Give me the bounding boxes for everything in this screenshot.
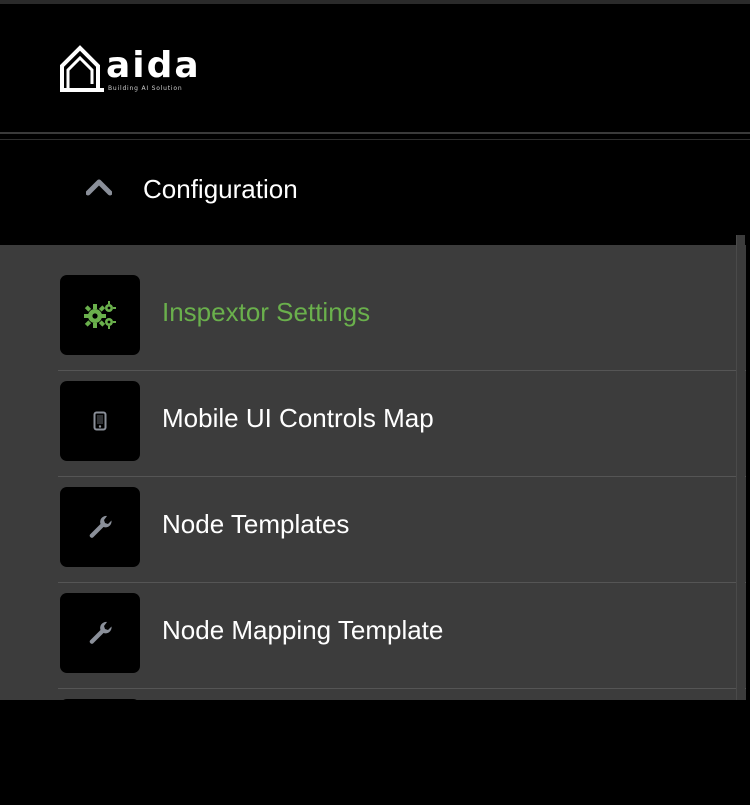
menu-item-divider: [58, 582, 750, 583]
menu-item-icon-tile: [60, 593, 140, 673]
brand-wordmark: aida: [106, 45, 201, 86]
configuration-menu-list: Inspextor Settings Mobile UI Controls Ma…: [0, 245, 750, 779]
house-logo-icon: [60, 45, 104, 92]
menu-item-divider: [58, 476, 750, 477]
wrench-icon: [89, 515, 112, 538]
section-title: Configuration: [143, 174, 298, 204]
menu-item-label: Inspextor Settings: [162, 297, 371, 327]
menu-item-partial[interactable]: [58, 699, 750, 805]
chevron-up-icon: [86, 179, 112, 196]
menu-item-inspextor-settings[interactable]: Inspextor Settings: [58, 275, 750, 381]
menu-item-label: Mobile UI Controls Map: [162, 403, 434, 433]
gears-icon: [84, 301, 116, 329]
menu-item-node-mapping-template[interactable]: Node Mapping Template: [58, 593, 750, 699]
menu-item-divider: [58, 370, 750, 371]
header-divider: [0, 132, 750, 134]
brand-logo[interactable]: aida Building AI Solution: [58, 44, 208, 96]
menu-item-node-templates[interactable]: Node Templates: [58, 487, 750, 593]
window-right-edge: [746, 205, 750, 700]
menu-item-mobile-ui-controls-map[interactable]: Mobile UI Controls Map: [58, 381, 750, 487]
scrollbar[interactable]: [736, 235, 745, 700]
wrench-icon: [89, 621, 112, 644]
menu-item-icon-tile: [60, 699, 140, 779]
menu-item-icon-tile: [60, 275, 140, 355]
menu-item-icon-tile: [60, 381, 140, 461]
menu-item-icon-tile: [60, 487, 140, 567]
configuration-section-toggle[interactable]: Configuration: [0, 140, 750, 245]
menu-item-label: Node Templates: [162, 509, 350, 539]
brand-tagline: Building AI Solution: [108, 85, 183, 92]
app-header: aida Building AI Solution: [0, 4, 750, 132]
mobile-phone-icon: [93, 411, 107, 431]
menu-item-divider: [58, 688, 750, 689]
menu-item-label: Node Mapping Template: [162, 615, 444, 645]
